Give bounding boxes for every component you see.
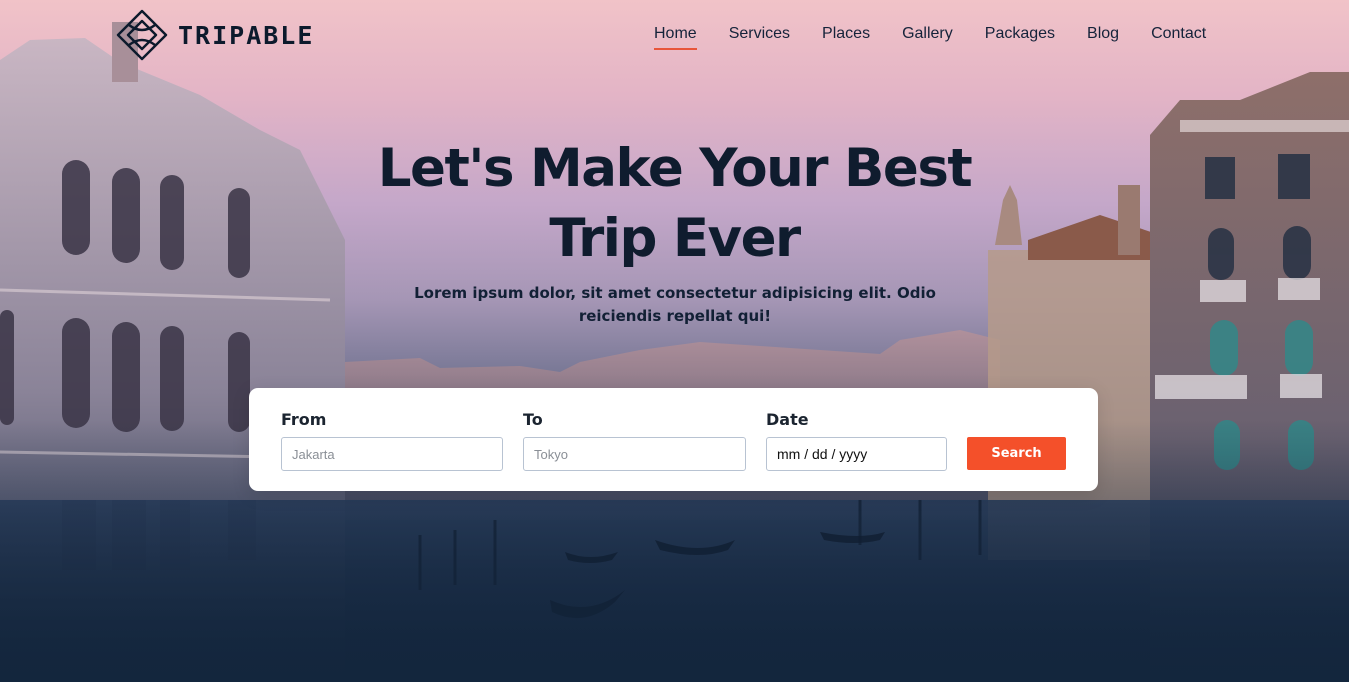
hero-title-line-2: Trip Ever [549, 208, 801, 269]
date-input-value: mm / dd / yyyy [777, 446, 868, 462]
nav-gallery-link[interactable]: Gallery [902, 24, 953, 50]
date-input[interactable]: mm / dd / yyyy [766, 437, 947, 471]
hero-title-line-1: Let's Make Your Best [377, 138, 973, 199]
nav-packages-link[interactable]: Packages [985, 24, 1055, 50]
to-label: To [523, 410, 543, 429]
to-input[interactable] [523, 437, 746, 471]
hero-subtitle-line-2: reiciendis repellat qui! [578, 307, 772, 325]
from-input[interactable] [281, 437, 503, 471]
from-label: From [281, 410, 327, 429]
hero-subtitle: Lorem ipsum dolor, sit amet consectetur … [380, 282, 970, 328]
trip-search-form: From To Date mm / dd / yyyy Search [249, 388, 1098, 491]
nav-contact-link[interactable]: Contact [1151, 24, 1206, 50]
nav-blog-link[interactable]: Blog [1087, 24, 1119, 50]
venice-background-image [0, 22, 1349, 682]
main-nav: Home Services Places Gallery Packages Bl… [654, 24, 1238, 50]
hero-subtitle-line-1: Lorem ipsum dolor, sit amet consectetur … [414, 284, 936, 302]
brand-logo[interactable]: TRIPABLE [114, 8, 314, 62]
nav-places-link[interactable]: Places [822, 24, 870, 50]
nav-services-link[interactable]: Services [729, 24, 790, 50]
diamond-knot-icon [116, 9, 168, 61]
nav-home-link[interactable]: Home [654, 24, 697, 50]
date-label: Date [766, 410, 809, 429]
brand-name: TRIPABLE [178, 20, 315, 50]
hero-title: Let's Make Your Best Trip Ever [0, 134, 1349, 274]
hero-section: TRIPABLE Home Services Places Gallery Pa… [0, 0, 1349, 682]
search-button[interactable]: Search [967, 437, 1066, 470]
